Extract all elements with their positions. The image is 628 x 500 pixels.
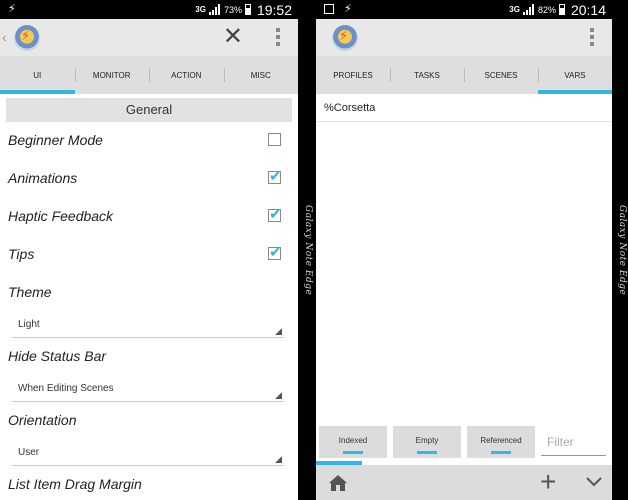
network-type: 3G bbox=[509, 5, 520, 14]
tab-monitor[interactable]: MONITOR bbox=[74, 56, 150, 94]
close-icon[interactable]: ✕ bbox=[223, 25, 243, 49]
tab-action[interactable]: ACTION bbox=[149, 56, 224, 94]
pref-animations[interactable]: Animations bbox=[0, 160, 298, 198]
pref-label: Orientation bbox=[8, 412, 77, 428]
dropdown-arrow-icon bbox=[275, 328, 282, 335]
pref-beginner-mode[interactable]: Beginner Mode bbox=[0, 122, 298, 160]
tab-tasks[interactable]: TASKS bbox=[390, 56, 464, 94]
status-bar: ⚡ 3G 73% 19:52 bbox=[0, 0, 298, 19]
chevron-down-icon[interactable] bbox=[586, 474, 602, 490]
variable-list-item[interactable]: %Corsetta bbox=[316, 94, 612, 122]
lightning-icon: ⚡ bbox=[8, 3, 16, 15]
overflow-menu-icon[interactable] bbox=[276, 28, 280, 46]
hide-status-bar-dropdown[interactable]: When Editing Scenes bbox=[12, 376, 284, 402]
tab-bar: UI MONITOR ACTION MISC bbox=[0, 56, 298, 94]
beginner-mode-checkbox[interactable] bbox=[268, 133, 281, 146]
battery-icon bbox=[558, 4, 565, 15]
battery-percent: 82% bbox=[537, 4, 556, 15]
filter-empty-button[interactable]: Empty bbox=[393, 426, 461, 458]
bottom-toolbar: + bbox=[316, 465, 612, 500]
dropdown-value: When Editing Scenes bbox=[18, 383, 114, 394]
pref-haptic-feedback[interactable]: Haptic Feedback bbox=[0, 198, 298, 236]
clock: 19:52 bbox=[256, 1, 292, 18]
action-bar bbox=[316, 19, 612, 56]
battery-icon bbox=[244, 4, 251, 15]
overflow-menu-icon[interactable] bbox=[590, 28, 594, 46]
pref-label: Tips bbox=[8, 246, 35, 262]
section-header-general: General bbox=[6, 98, 292, 122]
app-logo-icon[interactable] bbox=[332, 25, 358, 51]
pref-label: Theme bbox=[8, 284, 52, 300]
dropdown-value: User bbox=[18, 447, 40, 458]
lightning-icon: ⚡ bbox=[344, 3, 352, 15]
pref-label: Haptic Feedback bbox=[8, 208, 114, 224]
dropdown-arrow-icon bbox=[275, 392, 282, 399]
dropdown-arrow-icon bbox=[275, 456, 282, 463]
pref-label: Hide Status Bar bbox=[8, 348, 107, 364]
device-bezel-text: Galaxy Note Edge bbox=[303, 205, 313, 296]
pref-hide-status-bar: Hide Status Bar bbox=[0, 338, 298, 376]
pref-tips[interactable]: Tips bbox=[0, 236, 298, 274]
tab-profiles[interactable]: PROFILES bbox=[316, 56, 390, 94]
gallery-notification-icon bbox=[324, 3, 334, 14]
home-icon[interactable] bbox=[328, 473, 348, 493]
theme-dropdown[interactable]: Light bbox=[12, 312, 284, 338]
filter-input[interactable]: Filter bbox=[541, 428, 606, 456]
clock: 20:14 bbox=[570, 1, 606, 18]
pref-list-item-drag-margin[interactable]: List Item Drag Margin bbox=[0, 466, 298, 500]
animations-checkbox[interactable] bbox=[268, 167, 282, 185]
haptic-feedback-checkbox[interactable] bbox=[268, 205, 282, 223]
pref-label: Animations bbox=[8, 170, 78, 186]
status-bar: ⚡ 3G 82% 20:14 bbox=[316, 0, 612, 19]
tab-ui[interactable]: UI bbox=[0, 56, 75, 94]
orientation-dropdown[interactable]: User bbox=[12, 440, 284, 466]
tips-checkbox[interactable] bbox=[268, 243, 282, 261]
battery-percent: 73% bbox=[223, 4, 242, 15]
pref-theme: Theme bbox=[0, 274, 298, 312]
device-bezel-text: Galaxy Note Edge bbox=[617, 205, 627, 296]
left-phone-screen: ⚡ 3G 73% 19:52 ‹ ✕ UI MONITOR ACTION MIS… bbox=[0, 0, 298, 500]
tab-misc[interactable]: MISC bbox=[223, 56, 299, 94]
tab-vars[interactable]: VARS bbox=[538, 56, 612, 94]
variable-filter-bar: Indexed Empty Referenced Filter bbox=[316, 424, 612, 460]
right-phone-screen: ⚡ 3G 82% 20:14 PROFILES TASKS SCENES VAR… bbox=[316, 0, 612, 500]
action-bar: ‹ ✕ bbox=[0, 19, 298, 56]
tab-bar: PROFILES TASKS SCENES VARS bbox=[316, 56, 612, 94]
plus-icon[interactable]: + bbox=[540, 468, 556, 496]
signal-icon bbox=[208, 4, 221, 15]
network-type: 3G bbox=[195, 5, 206, 14]
signal-icon bbox=[522, 4, 535, 15]
tab-scenes[interactable]: SCENES bbox=[464, 56, 538, 94]
pref-label: List Item Drag Margin bbox=[8, 476, 142, 492]
dropdown-value: Light bbox=[18, 319, 40, 330]
pref-label: Beginner Mode bbox=[8, 132, 103, 148]
pref-orientation: Orientation bbox=[0, 402, 298, 440]
back-chevron-icon[interactable]: ‹ bbox=[2, 29, 7, 45]
filter-indexed-button[interactable]: Indexed bbox=[319, 426, 387, 458]
app-logo-icon[interactable] bbox=[14, 25, 40, 51]
filter-referenced-button[interactable]: Referenced bbox=[467, 426, 535, 458]
